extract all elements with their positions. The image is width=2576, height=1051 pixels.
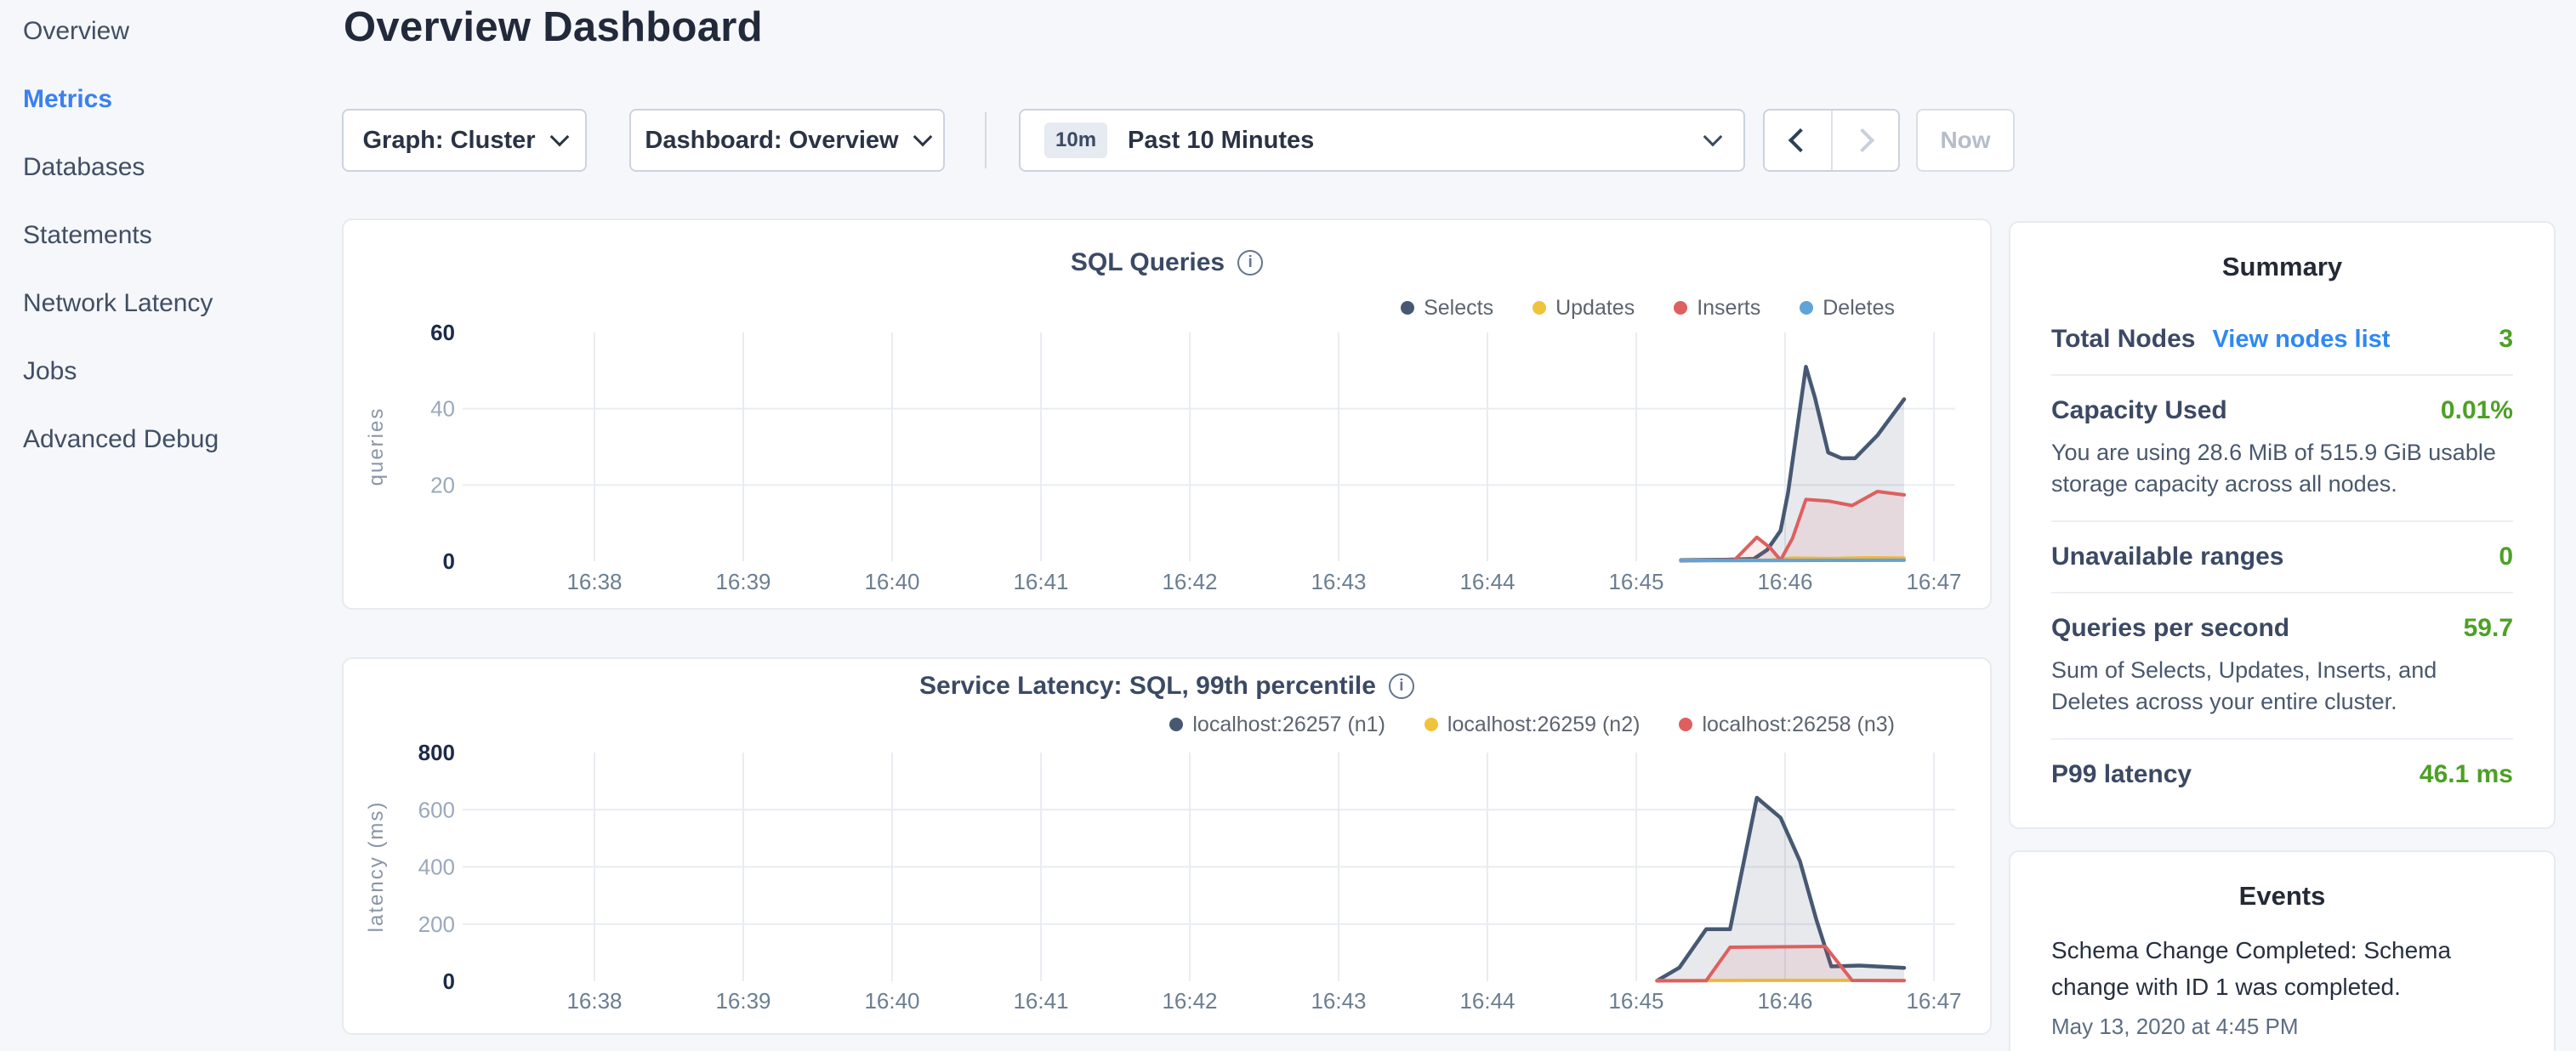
summary-row-value: 59.7 [2464,614,2513,643]
summary-row: Capacity Used 0.01% You are using 28.6 MiB… [2051,374,2513,520]
summary-row-label: Queries per second [2051,614,2289,643]
event-timestamp: May 13, 2020 at 4:45 PM [2051,1014,2513,1040]
time-window-label: Past 10 Minutes [1128,127,1314,155]
svg-text:16:40: 16:40 [864,988,919,1014]
event-text: Schema Change Completed: Schema change w… [2051,932,2513,1005]
chevron-down-icon [913,128,932,147]
svg-text:16:47: 16:47 [1906,569,1961,594]
svg-text:16:38: 16:38 [566,988,622,1014]
controls-divider [985,112,987,168]
svg-text:60: 60 [430,320,455,345]
svg-text:16:42: 16:42 [1162,569,1217,594]
svg-text:16:44: 16:44 [1459,988,1515,1014]
summary-row: Queries per second 59.7 Sum of Selects, Up… [2051,592,2513,738]
summary-row-value: 3 [2499,325,2513,354]
event-item: Schema Change Completed: Schema change w… [2051,932,2513,1040]
sidebar-item-jobs[interactable]: Jobs [23,355,77,389]
time-forward-button[interactable] [1831,111,1899,170]
svg-text:16:38: 16:38 [566,569,622,594]
sidebar-item-advanced-debug[interactable]: Advanced Debug [23,423,219,457]
summary-row-subtext: You are using 28.6 MiB of 515.9 GiB usab… [2051,437,2513,500]
events-panel: Events Schema Change Completed: Schema c… [2009,850,2556,1051]
svg-text:0: 0 [443,548,455,574]
svg-text:16:41: 16:41 [1013,569,1068,594]
summary-row: Unavailable ranges 0 [2051,520,2513,592]
view-nodes-list-link[interactable]: View nodes list [2212,326,2390,354]
summary-row-subtext: Sum of Selects, Updates, Inserts, and De… [2051,655,2513,718]
summary-panel: Summary Total Nodes View nodes list 3 Capac… [2009,221,2556,829]
chart-canvas: 16:38 16:39 16:40 16:41 16:42 16:43 16:44 16:45… [344,220,1993,611]
svg-text:16:43: 16:43 [1311,988,1366,1014]
chevron-left-icon [1788,128,1812,152]
svg-text:16:47: 16:47 [1906,988,1961,1014]
summary-row-head: Capacity Used 0.01% [2051,396,2513,425]
sidebar-item-databases[interactable]: Databases [23,151,145,185]
svg-text:800: 800 [418,740,455,765]
graph-dropdown-label: Graph: Cluster [362,127,535,155]
svg-text:40: 40 [430,396,455,422]
summary-row: Total Nodes View nodes list 3 [2051,304,2513,374]
time-window-badge: 10m [1044,122,1107,158]
time-pager [1763,109,1900,172]
chevron-down-icon [549,128,569,147]
summary-row-head: Queries per second 59.7 [2051,614,2513,643]
svg-text:600: 600 [418,797,455,822]
svg-text:200: 200 [418,912,455,937]
summary-row-value: 46.1 ms [2420,760,2513,789]
summary-row-value: 0.01% [2441,396,2513,425]
events-title: Events [2010,881,2554,912]
svg-text:16:46: 16:46 [1757,988,1812,1014]
sidebar-item-overview[interactable]: Overview [23,14,129,48]
summary-row: P99 latency 46.1 ms [2051,738,2513,810]
sidebar-item-metrics[interactable]: Metrics [23,82,112,116]
summary-row-label: Unavailable ranges [2051,543,2283,571]
now-button[interactable]: Now [1916,109,2015,172]
svg-text:16:43: 16:43 [1311,569,1366,594]
svg-text:16:39: 16:39 [715,569,771,594]
svg-text:0: 0 [443,969,455,994]
time-back-button[interactable] [1765,111,1831,170]
summary-row-head: Total Nodes View nodes list 3 [2051,325,2513,354]
sql-queries-chart-card: SQL QueriesiSelectsUpdatesInsertsDeletes… [342,219,1992,610]
dashboard-dropdown-label: Dashboard: Overview [645,127,898,155]
summary-row-head: Unavailable ranges 0 [2051,543,2513,571]
svg-text:16:45: 16:45 [1608,988,1663,1014]
svg-text:20: 20 [430,472,455,497]
svg-text:16:42: 16:42 [1162,988,1217,1014]
svg-text:16:44: 16:44 [1459,569,1515,594]
svg-text:queries: queries [365,407,388,486]
summary-title: Summary [2010,252,2554,282]
svg-text:16:45: 16:45 [1608,569,1663,594]
time-range-selector[interactable]: 10m Past 10 Minutes [1019,109,1745,172]
sidebar-item-network-latency[interactable]: Network Latency [23,287,213,321]
summary-row-label: Capacity Used [2051,396,2227,425]
svg-text:16:46: 16:46 [1757,569,1812,594]
graph-dropdown[interactable]: Graph: Cluster [342,109,587,172]
summary-row-head: P99 latency 46.1 ms [2051,760,2513,789]
chevron-down-icon [1703,128,1723,147]
service-latency-chart-card: Service Latency: SQL, 99th percentileilo… [342,657,1992,1035]
svg-text:400: 400 [418,855,455,880]
svg-text:16:39: 16:39 [715,988,771,1014]
summary-row-label: Total Nodes [2051,325,2195,354]
svg-text:latency (ms): latency (ms) [365,801,388,933]
sidebar-item-statements[interactable]: Statements [23,219,152,253]
dashboard-dropdown[interactable]: Dashboard: Overview [629,109,945,172]
svg-text:16:41: 16:41 [1013,988,1068,1014]
summary-row-value: 0 [2499,543,2513,571]
sidebar: Overview Metrics Databases Statements Networ… [0,0,340,1051]
page-title: Overview Dashboard [344,3,763,51]
svg-text:16:40: 16:40 [864,569,919,594]
chevron-right-icon [1851,128,1874,152]
summary-row-label: P99 latency [2051,760,2192,789]
chart-canvas: 16:38 16:39 16:40 16:41 16:42 16:43 16:44 16:45… [344,659,1993,1037]
